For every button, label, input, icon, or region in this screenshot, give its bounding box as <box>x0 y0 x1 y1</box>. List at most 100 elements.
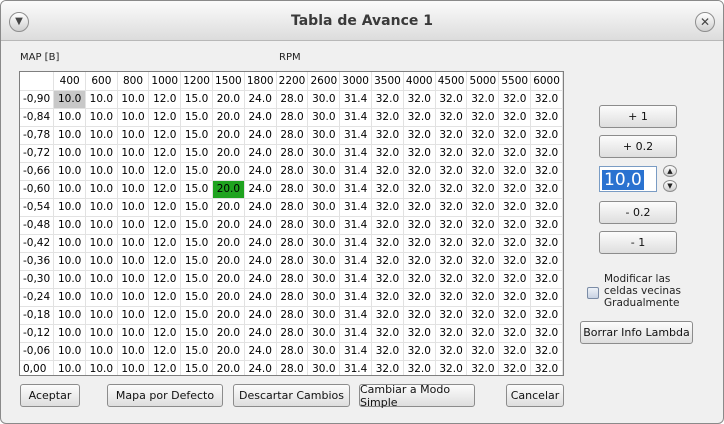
table-cell[interactable]: 31.4 <box>339 180 373 199</box>
table-cell[interactable]: 15.0 <box>180 108 213 127</box>
table-cell[interactable]: 10.0 <box>53 234 87 253</box>
table-cell[interactable]: 32.0 <box>530 234 563 253</box>
table-cell[interactable]: 30.0 <box>307 306 341 325</box>
table-cell[interactable]: 30.0 <box>307 324 341 343</box>
cancel-button[interactable]: Cancelar <box>506 384 564 407</box>
table-cell[interactable]: 28.0 <box>276 324 309 343</box>
table-cell[interactable]: 32.0 <box>371 288 404 307</box>
table-cell[interactable]: 15.0 <box>180 252 213 271</box>
table-cell[interactable]: 10.0 <box>85 360 118 375</box>
table-cell[interactable]: 15.0 <box>180 270 213 289</box>
table-cell[interactable]: 31.4 <box>339 252 373 271</box>
table-cell[interactable]: 20.0 <box>212 306 245 325</box>
table-cell[interactable]: 10.0 <box>53 180 87 199</box>
table-cell[interactable]: 12.0 <box>148 360 182 375</box>
table-cell[interactable]: 24.0 <box>244 144 277 163</box>
table-cell[interactable]: 32.0 <box>435 234 468 253</box>
table-cell[interactable]: 32.0 <box>371 324 404 343</box>
table-cell[interactable]: 10.0 <box>53 90 87 109</box>
table-cell[interactable]: 10.0 <box>85 288 118 307</box>
table-cell[interactable]: 31.4 <box>339 234 373 253</box>
table-cell[interactable]: 32.0 <box>498 342 532 361</box>
close-icon[interactable]: ✕ <box>695 12 715 32</box>
table-cell[interactable]: 32.0 <box>498 90 532 109</box>
table-cell[interactable]: 32.0 <box>371 90 404 109</box>
table-cell[interactable]: 32.0 <box>371 306 404 325</box>
table-cell[interactable]: 32.0 <box>530 180 563 199</box>
table-cell[interactable]: 20.0 <box>212 198 245 217</box>
table-cell[interactable]: 10.0 <box>117 162 150 181</box>
table-cell[interactable]: 31.4 <box>339 90 373 109</box>
table-cell[interactable]: 32.0 <box>498 108 532 127</box>
table-cell[interactable]: 28.0 <box>276 162 309 181</box>
accept-button[interactable]: Aceptar <box>20 384 80 407</box>
table-cell[interactable]: 32.0 <box>435 144 468 163</box>
table-cell[interactable]: 24.0 <box>244 360 277 375</box>
table-cell[interactable]: 32.0 <box>435 252 468 271</box>
table-cell[interactable]: 32.0 <box>466 306 500 325</box>
table-cell[interactable]: 24.0 <box>244 162 277 181</box>
table-cell[interactable]: 15.0 <box>180 162 213 181</box>
table-cell[interactable]: 28.0 <box>276 126 309 145</box>
table-cell[interactable]: 32.0 <box>435 126 468 145</box>
table-cell[interactable]: 20.0 <box>212 162 245 181</box>
table-cell[interactable]: 32.0 <box>466 198 500 217</box>
table-cell[interactable]: 10.0 <box>53 324 87 343</box>
table-cell[interactable]: 28.0 <box>276 360 309 375</box>
table-cell[interactable]: 20.0 <box>212 288 245 307</box>
table-cell[interactable]: 32.0 <box>466 144 500 163</box>
table-cell[interactable]: 32.0 <box>530 126 563 145</box>
plus-point-two-button[interactable]: + 0.2 <box>599 135 677 158</box>
table-cell[interactable]: 10.0 <box>53 252 87 271</box>
table-cell[interactable]: 10.0 <box>117 342 150 361</box>
table-cell[interactable]: 15.0 <box>180 126 213 145</box>
table-cell[interactable]: 10.0 <box>53 144 87 163</box>
table-cell[interactable]: 32.0 <box>530 288 563 307</box>
table-cell[interactable]: 32.0 <box>435 306 468 325</box>
table-cell[interactable]: 32.0 <box>466 234 500 253</box>
table-cell[interactable]: 32.0 <box>466 270 500 289</box>
table-cell[interactable]: 12.0 <box>148 342 182 361</box>
table-cell[interactable]: 15.0 <box>180 198 213 217</box>
table-cell[interactable]: 10.0 <box>53 126 87 145</box>
table-cell[interactable]: 32.0 <box>403 234 436 253</box>
table-cell[interactable]: 32.0 <box>435 270 468 289</box>
table-cell[interactable]: 10.0 <box>117 252 150 271</box>
table-cell[interactable]: 31.4 <box>339 126 373 145</box>
table-cell[interactable]: 32.0 <box>466 108 500 127</box>
table-cell[interactable]: 24.0 <box>244 180 277 199</box>
table-cell[interactable]: 10.0 <box>117 234 150 253</box>
table-cell[interactable]: 24.0 <box>244 198 277 217</box>
table-cell[interactable]: 24.0 <box>244 324 277 343</box>
table-cell[interactable]: 32.0 <box>403 90 436 109</box>
table-cell[interactable]: 20.0 <box>212 144 245 163</box>
table-cell[interactable]: 32.0 <box>403 324 436 343</box>
table-cell[interactable]: 32.0 <box>466 342 500 361</box>
default-map-button[interactable]: Mapa por Defecto <box>107 384 223 407</box>
table-cell[interactable]: 15.0 <box>180 306 213 325</box>
table-cell[interactable]: 31.4 <box>339 108 373 127</box>
table-cell[interactable]: 28.0 <box>276 144 309 163</box>
spinbox-value[interactable]: 10,0 <box>602 170 644 190</box>
table-cell[interactable]: 20.0 <box>212 234 245 253</box>
table-cell[interactable]: 32.0 <box>498 252 532 271</box>
table-cell[interactable]: 10.0 <box>53 342 87 361</box>
table-cell[interactable]: 32.0 <box>498 306 532 325</box>
table-cell[interactable]: 10.0 <box>53 270 87 289</box>
table-cell[interactable]: 24.0 <box>244 252 277 271</box>
table-cell[interactable]: 31.4 <box>339 288 373 307</box>
table-cell[interactable]: 31.4 <box>339 162 373 181</box>
table-cell[interactable]: 28.0 <box>276 180 309 199</box>
table-cell[interactable]: 24.0 <box>244 90 277 109</box>
table-cell[interactable]: 15.0 <box>180 288 213 307</box>
table-cell[interactable]: 15.0 <box>180 234 213 253</box>
table-cell[interactable]: 30.0 <box>307 198 341 217</box>
table-cell[interactable]: 28.0 <box>276 90 309 109</box>
table-cell[interactable]: 10.0 <box>117 270 150 289</box>
table-cell[interactable]: 10.0 <box>85 126 118 145</box>
table-cell[interactable]: 12.0 <box>148 144 182 163</box>
table-cell[interactable]: 12.0 <box>148 162 182 181</box>
table-cell[interactable]: 10.0 <box>85 306 118 325</box>
table-cell[interactable]: 32.0 <box>530 360 563 375</box>
table-cell[interactable]: 10.0 <box>53 108 87 127</box>
